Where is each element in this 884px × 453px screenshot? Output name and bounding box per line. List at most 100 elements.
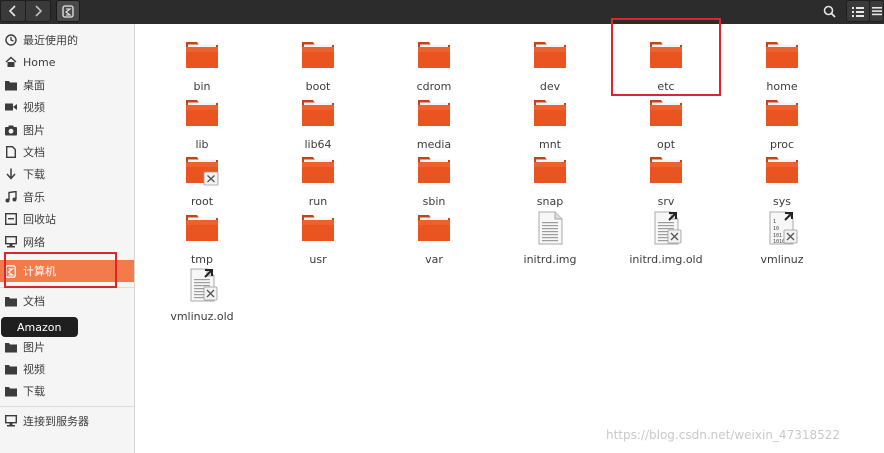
file-name: boot (305, 80, 331, 93)
sidebar: 最近使用的 Home 桌面 视频 图片 文档 下载 音乐 回收站 网络 计算机 (0, 24, 135, 453)
file-name: tmp (190, 252, 213, 266)
view-mode-button[interactable] (846, 0, 870, 22)
file-name: run (308, 195, 328, 208)
home-icon (4, 56, 17, 69)
sidebar-item-label: 最近使用的 (23, 34, 78, 47)
sidebar-item-downloads[interactable]: 下载 (0, 163, 134, 185)
trash-icon (4, 213, 17, 226)
file-item-initrd-img[interactable]: initrd.img (495, 211, 605, 267)
file-item-bin[interactable]: bin (147, 38, 257, 94)
file-item-mnt[interactable]: mnt (495, 96, 605, 152)
sidebar-item-bookmark-downloads[interactable]: 下载 (0, 380, 134, 402)
folder-icon (185, 96, 219, 130)
sidebar-item-desktop[interactable]: 桌面 (0, 74, 134, 96)
file-item-usr[interactable]: usr (263, 211, 373, 267)
file-view: bin boot cdrom dev etc home lib lib64 me… (136, 24, 884, 453)
menu-button[interactable] (869, 0, 884, 22)
folder-icon (4, 295, 17, 308)
folder-icon (765, 38, 799, 72)
file-item-sys[interactable]: sys (727, 153, 837, 209)
file-name: opt (656, 137, 676, 151)
folder-icon (185, 38, 219, 72)
file-item-home[interactable]: home (727, 38, 837, 94)
file-item-proc[interactable]: proc (727, 96, 837, 152)
highlight-box-computer (4, 252, 117, 288)
file-item-tmp[interactable]: tmp (147, 211, 257, 267)
broken-link-file-icon (649, 211, 683, 245)
sidebar-item-bookmark-pictures[interactable]: 图片 (0, 336, 134, 358)
sidebar-item-home[interactable]: Home (0, 51, 134, 73)
sidebar-item-label: 连接到服务器 (23, 415, 89, 428)
folder-icon (4, 79, 17, 92)
file-item-boot[interactable]: boot (263, 38, 373, 94)
clock-icon (4, 34, 17, 47)
file-name: lib64 (304, 137, 332, 151)
file-item-vmlinuz[interactable]: 1 10 101 1010 vmlinuz (727, 211, 837, 267)
folder-icon (533, 96, 567, 130)
sidebar-item-documents[interactable]: 文档 (0, 141, 134, 163)
search-icon (823, 5, 836, 18)
list-view-icon (852, 6, 864, 17)
file-item-var[interactable]: var (379, 211, 489, 267)
header-bar (0, 0, 884, 24)
sidebar-item-bookmark-documents[interactable]: 文档 (0, 290, 134, 312)
sidebar-item-label: 桌面 (23, 79, 45, 92)
sidebar-item-recent[interactable]: 最近使用的 (0, 29, 134, 51)
network-icon (4, 236, 17, 249)
folder-icon (301, 211, 335, 245)
file-item-initrd-img-old[interactable]: initrd.img.old (611, 211, 721, 267)
folder-icon (185, 211, 219, 245)
highlight-box-etc (611, 18, 721, 96)
search-button[interactable] (817, 0, 841, 22)
text-file-icon (533, 211, 567, 245)
document-icon (4, 146, 17, 159)
file-item-root[interactable]: root (147, 153, 257, 209)
sidebar-item-label: 网络 (23, 236, 45, 249)
file-name: root (190, 195, 214, 208)
location-computer-button[interactable] (56, 0, 80, 22)
file-item-sbin[interactable]: sbin (379, 153, 489, 209)
sidebar-item-label: 视频 (23, 101, 45, 114)
file-name: vmlinuz (760, 252, 804, 266)
file-name: lib (195, 137, 209, 151)
sidebar-item-pictures[interactable]: 图片 (0, 119, 134, 141)
file-item-lib64[interactable]: lib64 (263, 96, 373, 152)
folder-icon (417, 211, 451, 245)
sidebar-item-music[interactable]: 音乐 (0, 186, 134, 208)
file-item-srv[interactable]: srv (611, 153, 721, 209)
file-item-vmlinuz-old[interactable]: vmlinuz.old (147, 268, 257, 324)
file-name: mnt (539, 137, 561, 151)
sidebar-item-trash[interactable]: 回收站 (0, 208, 134, 230)
video-icon (4, 101, 17, 114)
file-name: usr (309, 252, 327, 266)
file-item-media[interactable]: media (379, 96, 489, 152)
sidebar-item-label: 视频 (23, 363, 45, 376)
svg-text:1: 1 (773, 219, 776, 225)
file-item-snap[interactable]: snap (495, 153, 605, 209)
sidebar-item-connect-server[interactable]: 连接到服务器 (0, 410, 134, 432)
file-item-cdrom[interactable]: cdrom (379, 38, 489, 94)
file-name: sys (773, 195, 791, 208)
file-item-run[interactable]: run (263, 153, 373, 209)
back-button[interactable] (0, 0, 26, 22)
tooltip: Amazon (1, 317, 78, 337)
file-name: home (766, 80, 798, 93)
file-name: media (416, 137, 452, 151)
svg-text:1010: 1010 (773, 239, 785, 245)
sidebar-item-bookmark-videos[interactable]: 视频 (0, 358, 134, 380)
folder-icon (765, 96, 799, 130)
file-item-lib[interactable]: lib (147, 96, 257, 152)
file-name: cdrom (416, 80, 452, 93)
sidebar-item-network[interactable]: 网络 (0, 231, 134, 253)
sidebar-item-videos[interactable]: 视频 (0, 96, 134, 118)
file-item-dev[interactable]: dev (495, 38, 605, 94)
folder-icon (4, 363, 17, 376)
file-name: sbin (422, 195, 446, 208)
file-item-opt[interactable]: opt (611, 96, 721, 152)
folder-icon (649, 96, 683, 130)
forward-button[interactable] (25, 0, 51, 22)
chevron-left-icon (8, 5, 18, 17)
music-icon (4, 191, 17, 204)
file-name: snap (536, 195, 564, 208)
folder-icon (649, 153, 683, 187)
